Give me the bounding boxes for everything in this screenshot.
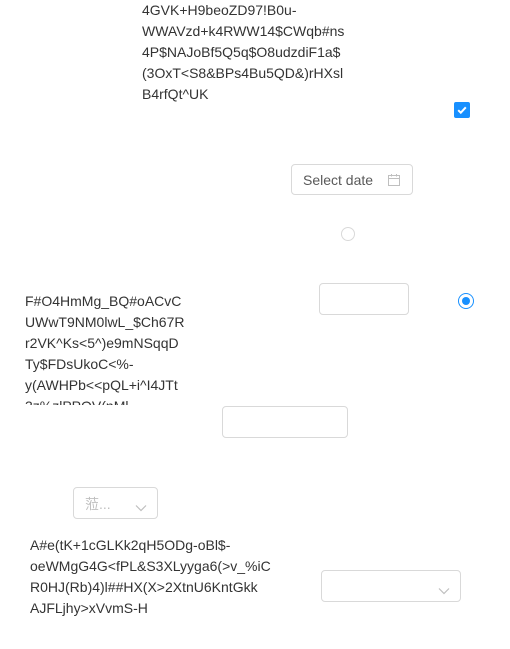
select-value: 蒞... bbox=[85, 496, 111, 512]
checkmark-icon bbox=[457, 106, 467, 115]
radio-dot bbox=[462, 297, 470, 305]
text-block-bottom: A#e(tK+1cGLKk2qH5ODg-oBl$- oeWMgG4G<fPL&… bbox=[30, 537, 271, 616]
calendar-icon bbox=[387, 173, 401, 192]
text-input-2[interactable] bbox=[222, 406, 348, 438]
chevron-down-icon bbox=[438, 582, 450, 600]
checkbox-checked[interactable] bbox=[454, 102, 470, 118]
text-block-middle: F#O4HmMg_BQ#oACvC UWwT9NM0lwL_$Ch67R r2V… bbox=[25, 293, 185, 405]
radio-checked[interactable] bbox=[458, 293, 474, 309]
radio-unchecked[interactable] bbox=[341, 227, 355, 241]
chevron-down-icon bbox=[135, 499, 147, 517]
select-dropdown-1[interactable]: 蒞... bbox=[73, 487, 158, 519]
date-picker-placeholder: Select date bbox=[303, 172, 374, 188]
date-picker[interactable]: Select date bbox=[291, 164, 413, 195]
text-block-top: 4GVK+H9beoZD97!B0u- WWAVzd+k4RWW14$CWqb#… bbox=[142, 2, 345, 102]
text-input-1[interactable] bbox=[319, 283, 409, 315]
select-dropdown-2[interactable] bbox=[321, 570, 461, 602]
